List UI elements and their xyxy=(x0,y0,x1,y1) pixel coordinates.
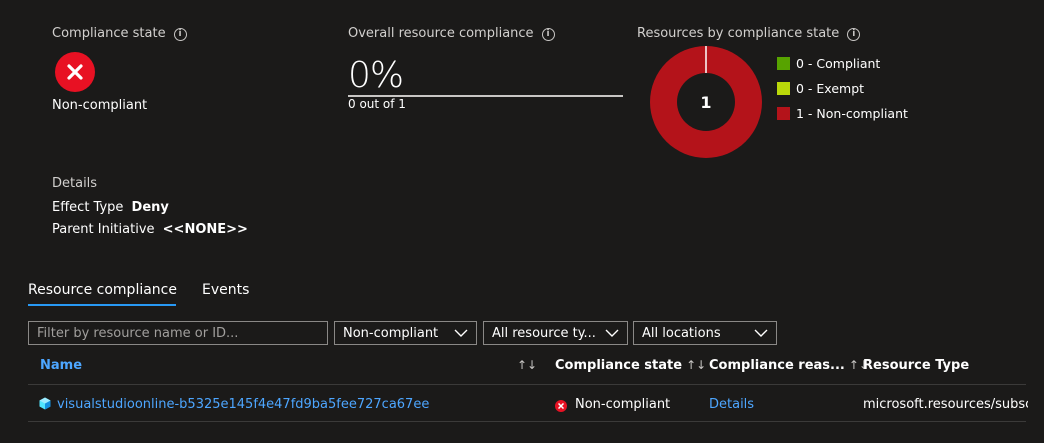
x-glyph-icon xyxy=(67,64,83,80)
overall-compliance-title: Overall resource compliance i xyxy=(348,26,555,41)
overall-compliance-title-text: Overall resource compliance xyxy=(348,26,534,41)
row-divider xyxy=(28,421,1026,422)
donut-legend: 0 - Compliant 0 - Exempt 1 - Non-complia… xyxy=(777,51,908,126)
error-icon xyxy=(55,52,95,92)
error-icon xyxy=(555,400,567,412)
dropdown-value: Non-compliant xyxy=(343,325,439,341)
column-header-label: Compliance reas... xyxy=(709,358,845,373)
legend-label: 0 - Exempt xyxy=(796,81,865,96)
compliance-state-dropdown[interactable]: Non-compliant xyxy=(334,321,477,345)
donut-center-value: 1 xyxy=(700,93,711,112)
parent-initiative-label: Parent Initiative xyxy=(52,222,155,237)
chevron-down-icon xyxy=(754,329,768,337)
resource-type-dropdown[interactable]: All resource ty... xyxy=(483,321,628,345)
row-state-text: Non-compliant xyxy=(575,397,671,412)
compliance-state-title: Compliance state i xyxy=(52,26,187,41)
effect-type-value: Deny xyxy=(131,200,169,215)
details-heading: Details xyxy=(52,176,98,191)
resource-name-link[interactable]: visualstudioonline-b5325e145f4e47fd9ba5f… xyxy=(57,397,429,412)
tab-events[interactable]: Events xyxy=(202,282,249,298)
overall-detail: 0 out of 1 xyxy=(348,97,406,111)
chevron-down-icon xyxy=(454,329,468,337)
info-icon[interactable]: i xyxy=(847,28,861,41)
column-header-compliance-state[interactable]: Compliance state ↑↓ xyxy=(555,358,706,373)
active-tab-indicator xyxy=(28,304,176,306)
resource-search-input[interactable]: Filter by resource name or ID... xyxy=(28,321,328,345)
column-header-resource-type[interactable]: Resource Type xyxy=(863,358,969,373)
dropdown-value: All locations xyxy=(642,325,721,341)
table-row: visualstudioonline-b5325e145f4e47fd9ba5f… xyxy=(39,397,429,412)
compliance-state-title-text: Compliance state xyxy=(52,26,166,41)
search-placeholder: Filter by resource name or ID... xyxy=(37,325,239,341)
legend-item-non-compliant[interactable]: 1 - Non-compliant xyxy=(777,101,908,126)
header-divider xyxy=(28,384,1026,385)
parent-initiative-value: <<NONE>> xyxy=(162,222,248,237)
chevron-down-icon xyxy=(605,329,619,337)
overall-percent: 0% xyxy=(348,55,404,96)
legend-label: 1 - Non-compliant xyxy=(796,106,908,121)
dropdown-value: All resource ty... xyxy=(492,325,596,341)
resources-by-state-title-text: Resources by compliance state xyxy=(637,26,840,41)
legend-item-exempt[interactable]: 0 - Exempt xyxy=(777,76,908,101)
row-resource-type: microsoft.resources/subsc xyxy=(863,397,1028,412)
parent-initiative-row: Parent Initiative <<NONE>> xyxy=(52,222,248,237)
compliance-reason-details-link[interactable]: Details xyxy=(709,397,754,412)
info-icon[interactable]: i xyxy=(541,28,555,41)
sort-icon[interactable]: ↑↓ xyxy=(517,358,537,372)
column-header-name[interactable]: Name xyxy=(40,358,82,373)
info-icon[interactable]: i xyxy=(173,28,187,41)
compliance-state-value: Non-compliant xyxy=(52,98,148,113)
row-compliance-state: Non-compliant xyxy=(555,397,670,412)
tab-resource-compliance[interactable]: Resource compliance xyxy=(28,282,177,298)
legend-item-compliant[interactable]: 0 - Compliant xyxy=(777,51,908,76)
effect-type-label: Effect Type xyxy=(52,200,124,215)
compliance-donut-chart[interactable]: 1 xyxy=(650,46,762,158)
resources-by-state-title: Resources by compliance state i xyxy=(637,26,861,41)
column-header-compliance-reason[interactable]: Compliance reas... ↑↓ xyxy=(709,358,869,373)
legend-swatch xyxy=(777,57,790,70)
legend-label: 0 - Compliant xyxy=(796,56,881,71)
legend-swatch xyxy=(777,107,790,120)
sort-icon[interactable]: ↑↓ xyxy=(686,358,706,372)
cube-icon xyxy=(39,397,51,410)
locations-dropdown[interactable]: All locations xyxy=(633,321,777,345)
effect-type-row: Effect Type Deny xyxy=(52,200,169,215)
legend-swatch xyxy=(777,82,790,95)
column-header-label: Compliance state xyxy=(555,358,683,373)
